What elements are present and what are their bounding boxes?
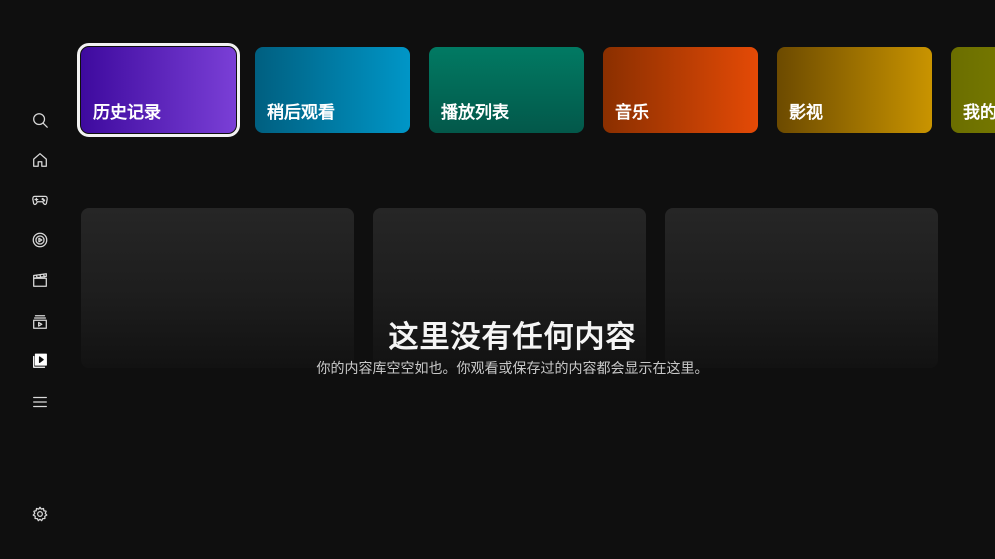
menu-icon[interactable] bbox=[30, 392, 50, 412]
category-label: 我的 bbox=[963, 103, 995, 123]
category-label: 历史记录 bbox=[93, 103, 161, 123]
gamepad-icon[interactable] bbox=[30, 190, 50, 210]
empty-state-title: 这里没有任何内容 bbox=[388, 320, 637, 355]
gear-icon[interactable] bbox=[30, 504, 50, 524]
category-video-card[interactable]: 影视 bbox=[777, 47, 932, 133]
category-label: 影视 bbox=[789, 103, 823, 123]
category-music-card[interactable]: 音乐 bbox=[603, 47, 758, 133]
category-history-card[interactable]: 历史记录 bbox=[77, 43, 240, 137]
category-label: 播放列表 bbox=[441, 103, 509, 123]
home-icon[interactable] bbox=[30, 150, 50, 170]
clapperboard-icon[interactable] bbox=[30, 270, 50, 290]
category-watch-later-card[interactable]: 稍后观看 bbox=[255, 47, 410, 133]
tv-library-screen: 历史记录 稍后观看 播放列表 音乐 影视 我的 这里没有任何内容 你的内容库空空… bbox=[0, 0, 995, 559]
category-playlist-card[interactable]: 播放列表 bbox=[429, 47, 584, 133]
target-icon[interactable] bbox=[30, 230, 50, 250]
category-label: 音乐 bbox=[615, 103, 649, 123]
category-mine-card[interactable]: 我的 bbox=[951, 47, 995, 133]
category-label: 稍后观看 bbox=[267, 103, 335, 123]
category-row: 历史记录 稍后观看 播放列表 音乐 影视 我的 bbox=[0, 0, 995, 150]
empty-state-subtitle: 你的内容库空空如也。你观看或保存过的内容都会显示在这里。 bbox=[316, 361, 709, 377]
